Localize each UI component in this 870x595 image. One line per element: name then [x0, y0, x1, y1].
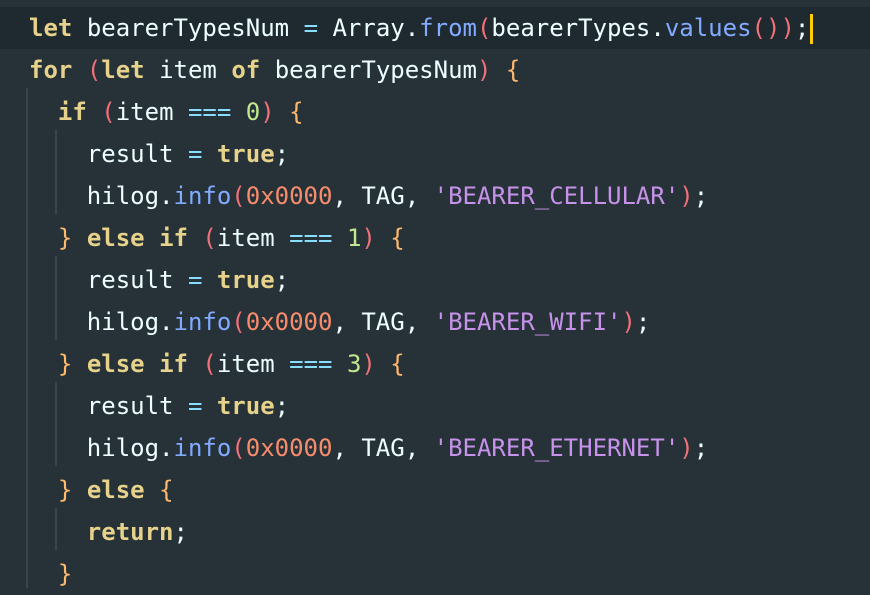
code-line[interactable]: result = true;	[0, 133, 870, 175]
code-line-text: } else if (item === 1) {	[57, 224, 405, 252]
code-line[interactable]: }	[0, 553, 870, 595]
code-line-text: if (item === 0) {	[57, 98, 304, 126]
code-line-text: let bearerTypesNum = Array.from(bearerTy…	[29, 7, 814, 49]
code-line[interactable]: if (item === 0) {	[0, 91, 870, 133]
code-line[interactable]: result = true;	[0, 259, 870, 301]
code-line[interactable]: hilog.info(0x0000, TAG, 'BEARER_CELLULAR…	[0, 175, 870, 217]
code-line-text: hilog.info(0x0000, TAG, 'BEARER_CELLULAR…	[86, 182, 709, 210]
code-line-text: hilog.info(0x0000, TAG, 'BEARER_ETHERNET…	[86, 434, 709, 462]
code-line-text: hilog.info(0x0000, TAG, 'BEARER_WIFI');	[86, 308, 651, 336]
code-line[interactable]: let bearerTypesNum = Array.from(bearerTy…	[0, 7, 870, 49]
code-line-text: result = true;	[86, 392, 290, 420]
code-line[interactable]: return;	[0, 511, 870, 553]
code-line[interactable]: } else if (item === 1) {	[0, 217, 870, 259]
code-line-text: } else if (item === 3) {	[57, 350, 405, 378]
code-line-text: return;	[86, 518, 188, 546]
code-line[interactable]: hilog.info(0x0000, TAG, 'BEARER_WIFI');	[0, 301, 870, 343]
code-line-text: result = true;	[86, 266, 290, 294]
code-editor[interactable]: let bearerTypesNum = Array.from(bearerTy…	[0, 0, 870, 588]
code-line[interactable]: } else {	[0, 469, 870, 511]
text-caret	[810, 14, 814, 44]
code-line[interactable]: for (let item of bearerTypesNum) {	[0, 49, 870, 91]
code-line[interactable]: } else if (item === 3) {	[0, 343, 870, 385]
code-line-text: } else {	[57, 476, 174, 504]
code-line[interactable]: result = true;	[0, 385, 870, 427]
code-line[interactable]: hilog.info(0x0000, TAG, 'BEARER_ETHERNET…	[0, 427, 870, 469]
code-line-text: result = true;	[86, 140, 290, 168]
code-line-text: }	[57, 560, 73, 588]
code-line-text: for (let item of bearerTypesNum) {	[29, 56, 521, 84]
